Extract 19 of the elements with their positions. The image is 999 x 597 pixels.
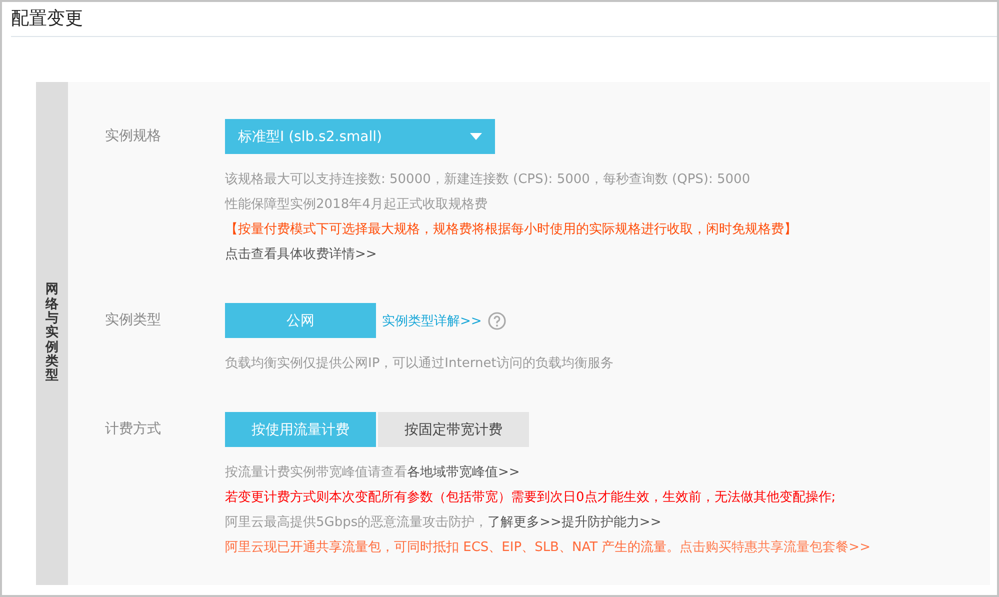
page-title: 配置变更 bbox=[10, 7, 84, 31]
note-text: 负载均衡实例仅提供公网IP，可以通过Internet访问的负载均衡服务 bbox=[225, 356, 614, 371]
note-text: 按流量计费实例带宽峰值请查看 bbox=[225, 465, 407, 480]
note-text: 若变更计费方式则本次变配所有参数（包括带宽）需要到次日0点才能生效，生效前，无法做其他变配操作; bbox=[225, 490, 836, 505]
link[interactable]: 了解更多>> bbox=[488, 515, 562, 530]
field-label: 实例类型 bbox=[105, 311, 162, 330]
note-text: 阿里云最高提供5Gbps的恶意流量攻击防护， bbox=[225, 515, 488, 530]
note-text: 【按量付费模式下可选择最大规格，规格费将根据每小时使用的实际规格进行收取，闲时免规格费】 bbox=[225, 222, 797, 237]
option-button[interactable]: 按固定带宽计费 bbox=[378, 412, 529, 447]
note-text: 该规格最大可以支持连接数: 50000，新建连接数 (CPS): 5000，每秒查询数 (QPS): 5000 bbox=[225, 172, 750, 187]
link[interactable]: 提升防护能力>> bbox=[561, 515, 662, 530]
help-icon[interactable] bbox=[488, 312, 506, 330]
note-text: 阿里云现已开通共享流量包，可同时抵扣 ECS、EIP、SLB、NAT 产生的流量。 bbox=[225, 540, 680, 555]
field-label: 实例规格 bbox=[105, 127, 162, 146]
link[interactable]: 各地域带宽峰值>> bbox=[407, 465, 520, 480]
note-text: 性能保障型实例2018年4月起正式收取规格费 bbox=[225, 197, 488, 212]
caret-icon bbox=[470, 133, 482, 140]
field-label: 计费方式 bbox=[105, 420, 162, 439]
link[interactable]: 点击查看具体收费详情>> bbox=[225, 247, 377, 262]
